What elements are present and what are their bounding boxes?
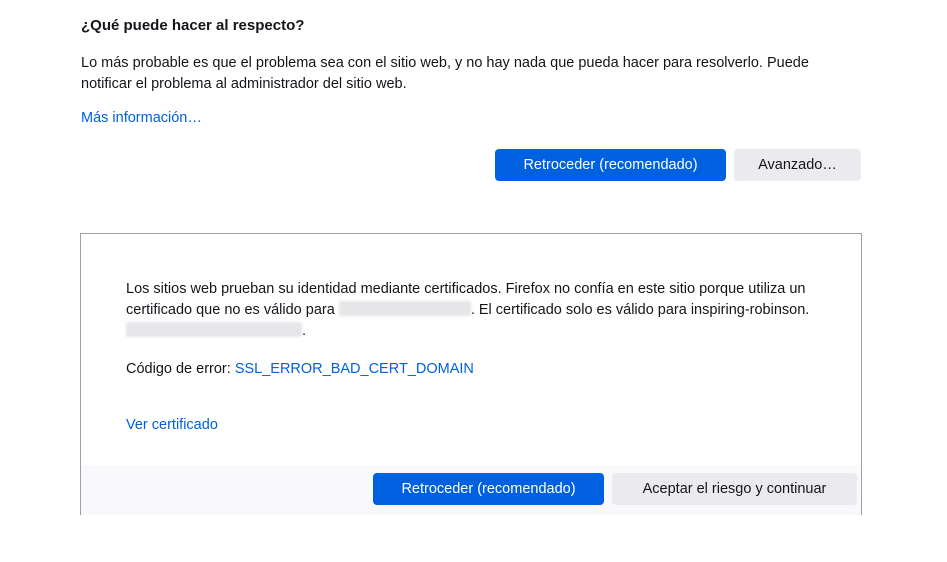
explanation-text: Lo más probable es que el problema sea c… — [81, 55, 809, 92]
error-code-line: Código de error: SSL_ERROR_BAD_CERT_DOMA… — [126, 359, 474, 380]
advanced-panel: Los sitios web prueban su identidad medi… — [80, 233, 862, 515]
go-back-button-advanced[interactable]: Retroceder (recomendado) — [373, 473, 604, 505]
accept-risk-button[interactable]: Aceptar el riesgo y continuar — [612, 473, 857, 505]
cert-text-part3: . — [302, 323, 307, 339]
advanced-button[interactable]: Avanzado… — [734, 149, 861, 181]
redacted-hostname — [126, 322, 302, 337]
redacted-domain — [338, 301, 471, 316]
more-info-link[interactable]: Más información… — [81, 108, 202, 128]
advanced-panel-footer: Retroceder (recomendado) Aceptar el ries… — [81, 465, 861, 515]
view-certificate-link[interactable]: Ver certificado — [126, 415, 218, 436]
cert-text-part2: . El certificado solo es válido para ins… — [470, 302, 810, 318]
error-code-link[interactable]: SSL_ERROR_BAD_CERT_DOMAIN — [235, 361, 474, 377]
error-code-label: Código de error: — [126, 361, 235, 377]
go-back-button[interactable]: Retroceder (recomendado) — [495, 149, 726, 181]
certificate-error-page: ¿Qué puede hacer al respecto? Lo más pro… — [0, 0, 947, 562]
section-heading: ¿Qué puede hacer al respecto? — [81, 17, 305, 34]
certificate-explanation: Los sitios web prueban su identidad medi… — [126, 279, 816, 342]
